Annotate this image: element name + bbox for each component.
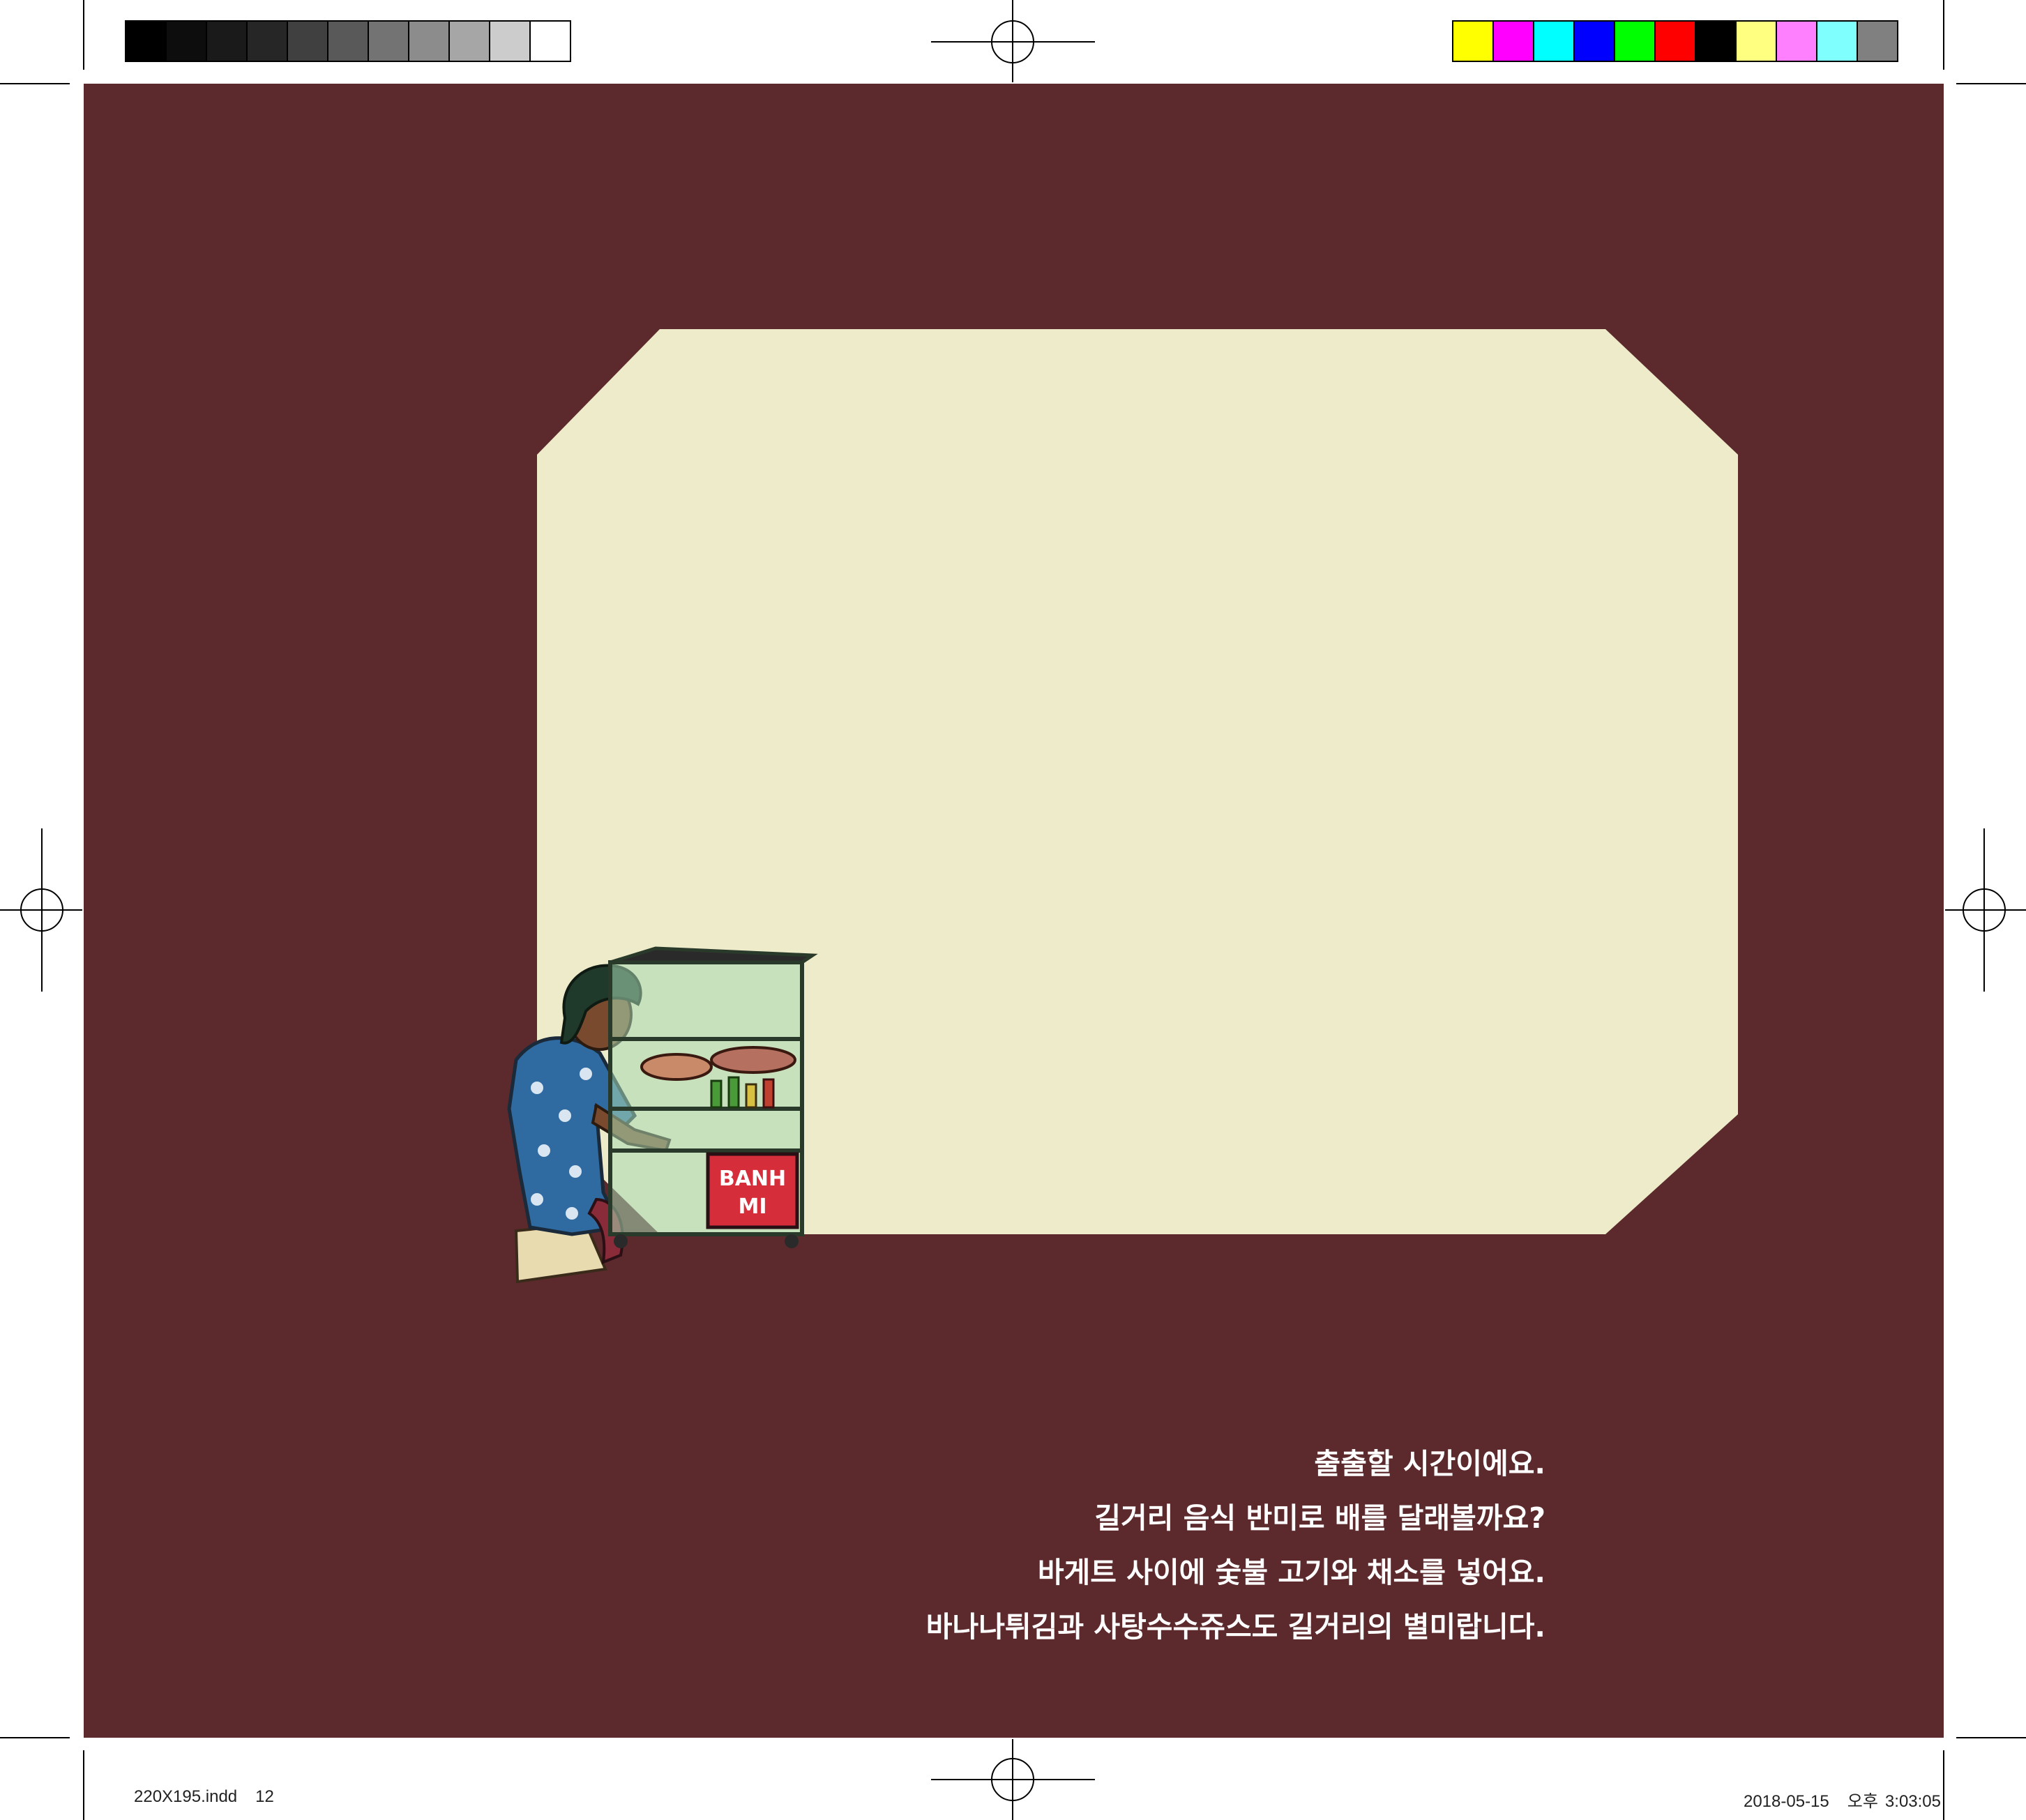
registration-mark-top [931,0,1095,82]
grayscale-swatch [206,20,248,62]
grayscale-swatch [368,20,409,62]
book-page: BANH MI 출출할 시간이에요. 길거리 음식 반미로 배를 달래볼까요? … [84,84,1944,1738]
cart-sign-line2: MI [738,1195,766,1219]
registration-mark-right [1945,828,2026,992]
story-text: 출출할 시간이에요. 길거리 음식 반미로 배를 달래볼까요? 바게트 사이에 … [926,1436,1545,1654]
slug-filename: 220X195.indd [134,1787,238,1806]
grayscale-swatch [327,20,369,62]
color-swatch [1533,20,1575,62]
color-swatch [1614,20,1656,62]
grayscale-swatch [165,20,207,62]
color-swatch [1492,20,1534,62]
grayscale-swatch [125,20,167,62]
color-calibration-bar [1452,20,1898,62]
grayscale-swatch [529,20,571,62]
grayscale-swatch [448,20,490,62]
story-line-4: 바나나튀김과 사탕수수쥬스도 길거리의 별미랍니다. [925,1610,1545,1644]
story-line-3: 바게트 사이에 숯불 고기와 채소를 넣어요. [1037,1556,1545,1589]
banh-mi-cart-icon: BANH MI [608,946,818,1248]
grayscale-calibration-bar [125,20,571,62]
color-swatch [1573,20,1615,62]
slug-timestamp: 2018-05-15 오후 3:03:05 [1725,1787,1941,1812]
grayscale-swatch [246,20,288,62]
color-swatch [1654,20,1696,62]
slug-file-info: 220X195.indd 12 [134,1787,292,1807]
color-swatch [1816,20,1858,62]
story-line-2: 길거리 음식 반미로 배를 달래볼까요? [1094,1501,1545,1535]
color-swatch [1776,20,1817,62]
story-line-1: 출출할 시간이에요. [1314,1447,1545,1480]
grayscale-swatch [408,20,450,62]
color-swatch [1857,20,1898,62]
registration-mark-bottom [931,1739,1095,1820]
grayscale-swatch [489,20,531,62]
slug-time: 3:03:05 [1884,1792,1941,1811]
slug-date: 2018-05-15 [1743,1792,1829,1811]
registration-mark-left [0,828,82,992]
slug-ampm: 오후 [1847,1792,1878,1811]
color-swatch [1735,20,1777,62]
cart-sign-line1: BANH [719,1167,786,1191]
slug-page-number: 12 [255,1787,274,1806]
color-swatch [1452,20,1494,62]
color-swatch [1695,20,1737,62]
grayscale-swatch [287,20,328,62]
